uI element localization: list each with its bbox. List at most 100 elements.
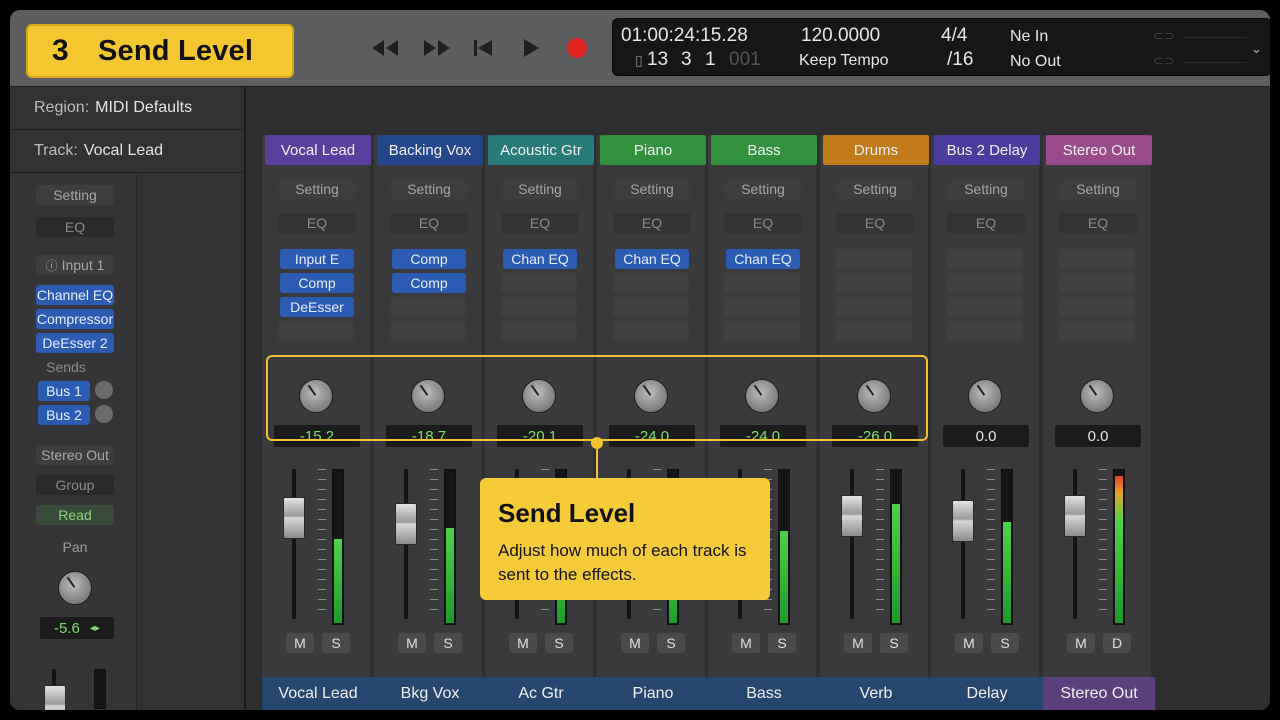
solo-button[interactable]: S	[545, 633, 573, 653]
empty-plugin-slot[interactable]	[613, 273, 689, 293]
solo-button[interactable]: D	[1103, 633, 1131, 653]
record-button[interactable]	[562, 38, 592, 58]
send-level-knob[interactable]	[1080, 379, 1114, 413]
empty-plugin-slot[interactable]	[501, 297, 577, 317]
lcd-display[interactable]: 01:00:24:15.28 ▯ 13 3 1 001 120.0000 Kee…	[612, 18, 1270, 76]
solo-button[interactable]: S	[991, 633, 1019, 653]
send-knob-icon[interactable]	[95, 381, 113, 399]
empty-plugin-slot[interactable]	[1059, 321, 1135, 341]
channel-name-tab[interactable]: Backing Vox	[377, 135, 483, 165]
mute-button[interactable]: M	[398, 633, 426, 653]
channel-plugin-slot[interactable]: Chan EQ	[726, 249, 800, 269]
volume-fader-cap[interactable]	[395, 503, 417, 545]
inspector-send-0[interactable]: Bus 1	[38, 381, 90, 401]
inspector-pan-knob[interactable]	[58, 571, 92, 605]
empty-plugin-slot[interactable]	[724, 297, 800, 317]
volume-fader-cap[interactable]	[283, 497, 305, 539]
empty-plugin-slot[interactable]	[613, 321, 689, 341]
channel-name-tab[interactable]: Vocal Lead	[265, 135, 371, 165]
send-level-value[interactable]: 0.0	[943, 425, 1029, 447]
inspector-send-1[interactable]: Bus 2	[38, 405, 90, 425]
channel-plugin-slot[interactable]: Chan EQ	[503, 249, 577, 269]
channel-setting-button[interactable]: Setting	[1059, 179, 1137, 199]
go-to-start-button[interactable]	[468, 38, 498, 58]
send-level-value[interactable]: 0.0	[1055, 425, 1141, 447]
inspector-input-button[interactable]: ⓘ Input 1	[36, 255, 114, 275]
mute-button[interactable]: M	[844, 633, 872, 653]
solo-button[interactable]: S	[768, 633, 796, 653]
channel-setting-button[interactable]: Setting	[613, 179, 691, 199]
empty-plugin-slot[interactable]	[947, 297, 1023, 317]
channel-eq-button[interactable]: EQ	[278, 213, 356, 233]
channel-plugin-slot[interactable]: Comp	[392, 273, 466, 293]
empty-plugin-slot[interactable]	[501, 321, 577, 341]
channel-name-tab[interactable]: Piano	[600, 135, 706, 165]
region-row[interactable]: Region: MIDI Defaults	[10, 87, 244, 130]
empty-plugin-slot[interactable]	[1059, 273, 1135, 293]
channel-name-tab[interactable]: Acoustic Gtr	[488, 135, 594, 165]
tempo-value[interactable]: 120.0000	[801, 25, 880, 47]
channel-bottom-name[interactable]: Verb	[820, 677, 932, 710]
channel-eq-button[interactable]: EQ	[836, 213, 914, 233]
empty-plugin-slot[interactable]	[390, 321, 466, 341]
channel-bottom-name[interactable]: Bass	[708, 677, 820, 710]
channel-eq-button[interactable]: EQ	[724, 213, 802, 233]
empty-plugin-slot[interactable]	[947, 249, 1023, 269]
empty-plugin-slot[interactable]	[1059, 297, 1135, 317]
volume-fader-track[interactable]	[292, 469, 296, 619]
channel-name-tab[interactable]: Stereo Out	[1046, 135, 1152, 165]
channel-plugin-slot[interactable]: Comp	[280, 273, 354, 293]
mute-button[interactable]: M	[621, 633, 649, 653]
channel-plugin-slot[interactable]: Input E	[280, 249, 354, 269]
mute-button[interactable]: M	[509, 633, 537, 653]
volume-fader-cap[interactable]	[952, 500, 974, 542]
inspector-setting-button[interactable]: Setting	[36, 185, 114, 205]
channel-name-tab[interactable]: Drums	[823, 135, 929, 165]
inspector-fader-cap[interactable]	[44, 685, 66, 710]
send-knob-icon[interactable]	[95, 405, 113, 423]
chevron-down-icon[interactable]: ⌄	[1251, 41, 1262, 57]
empty-plugin-slot[interactable]	[724, 321, 800, 341]
mute-button[interactable]: M	[732, 633, 760, 653]
channel-plugin-slot[interactable]: Comp	[392, 249, 466, 269]
volume-fader-track[interactable]	[1073, 469, 1077, 619]
play-button[interactable]	[516, 38, 546, 58]
solo-button[interactable]: S	[434, 633, 462, 653]
channel-plugin-slot[interactable]: Chan EQ	[615, 249, 689, 269]
channel-bottom-name[interactable]: Stereo Out	[1043, 677, 1155, 710]
inspector-plugin-1[interactable]: Compressor	[36, 309, 114, 329]
tempo-mode[interactable]: Keep Tempo	[799, 52, 889, 70]
empty-plugin-slot[interactable]	[613, 297, 689, 317]
mute-button[interactable]: M	[286, 633, 314, 653]
channel-setting-button[interactable]: Setting	[947, 179, 1025, 199]
channel-eq-button[interactable]: EQ	[947, 213, 1025, 233]
empty-plugin-slot[interactable]	[836, 249, 912, 269]
fast-forward-button[interactable]	[422, 38, 452, 58]
inspector-plugin-0[interactable]: Channel EQ	[36, 285, 114, 305]
mute-button[interactable]: M	[1067, 633, 1095, 653]
channel-bottom-name[interactable]: Vocal Lead	[262, 677, 374, 710]
inspector-output-button[interactable]: Stereo Out	[36, 445, 114, 465]
empty-plugin-slot[interactable]	[836, 273, 912, 293]
subdivision[interactable]: /16	[947, 49, 973, 71]
empty-plugin-slot[interactable]	[278, 321, 354, 341]
track-row[interactable]: Track: Vocal Lead	[10, 130, 244, 173]
inspector-pan-value-box[interactable]: -5.6 ◂▸	[40, 617, 114, 639]
empty-plugin-slot[interactable]	[947, 273, 1023, 293]
channel-name-tab[interactable]: Bass	[711, 135, 817, 165]
inspector-automation-button[interactable]: Read	[36, 505, 114, 525]
inspector-plugin-2[interactable]: DeEsser 2	[36, 333, 114, 353]
inspector-eq-button[interactable]: EQ	[36, 217, 114, 237]
channel-name-tab[interactable]: Bus 2 Delay	[934, 135, 1040, 165]
rewind-button[interactable]	[370, 38, 400, 58]
channel-eq-button[interactable]: EQ	[613, 213, 691, 233]
empty-plugin-slot[interactable]	[836, 321, 912, 341]
mute-button[interactable]: M	[955, 633, 983, 653]
time-signature[interactable]: 4/4	[941, 25, 967, 47]
channel-bottom-name[interactable]: Bkg Vox	[374, 677, 486, 710]
channel-plugin-slot[interactable]: DeEsser	[280, 297, 354, 317]
channel-setting-button[interactable]: Setting	[724, 179, 802, 199]
channel-bottom-name[interactable]: Delay	[931, 677, 1043, 710]
volume-fader-track[interactable]	[850, 469, 854, 619]
empty-plugin-slot[interactable]	[724, 273, 800, 293]
